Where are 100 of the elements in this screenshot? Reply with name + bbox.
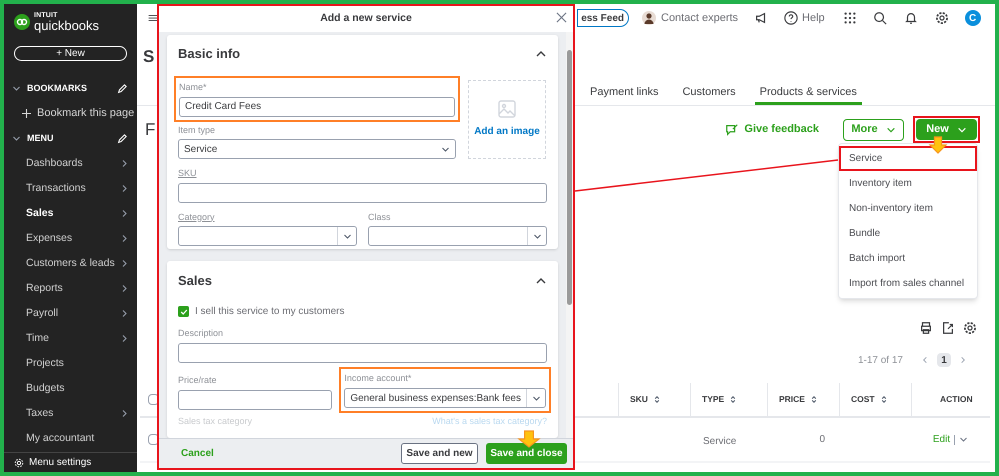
item-type-select[interactable]: Service <box>178 139 456 159</box>
page-title: S <box>143 46 154 68</box>
previous-page-icon <box>921 356 929 364</box>
menu-item[interactable]: Sales <box>4 201 137 226</box>
page-number[interactable]: 1 <box>937 353 951 367</box>
column-header[interactable]: TYPE <box>702 393 736 406</box>
feed-button[interactable]: ess Feed <box>577 9 629 27</box>
bookmark-label: Bookmark this page <box>37 106 134 122</box>
field-label: Description <box>178 327 224 340</box>
close-icon[interactable] <box>556 12 567 23</box>
menu-item[interactable]: Time <box>4 326 137 351</box>
chevron-icon <box>120 259 129 268</box>
menu-item[interactable]: Import from sales channel <box>839 271 977 296</box>
chevron-icon <box>532 232 542 240</box>
sort-icon[interactable] <box>880 395 887 404</box>
chevron-icon <box>120 309 129 318</box>
checkmark-icon <box>180 308 188 316</box>
settings-icon[interactable] <box>934 11 949 25</box>
tab[interactable]: Customers <box>677 82 741 105</box>
description-field[interactable] <box>178 342 547 362</box>
image-icon <box>498 100 516 118</box>
chevron-icon <box>532 394 540 402</box>
section-title: F <box>145 118 156 141</box>
menu-item[interactable]: Transactions <box>4 176 137 201</box>
name-field[interactable]: Credit Card Fees <box>179 96 455 116</box>
help-icon <box>784 11 798 25</box>
sort-icon[interactable] <box>654 395 660 404</box>
table-cell-text: 0 <box>819 433 825 447</box>
menu-item[interactable]: Projects <box>4 351 137 376</box>
menu-item[interactable]: Dashboards <box>4 151 137 176</box>
settings-icon[interactable] <box>963 321 977 335</box>
next-page-icon <box>959 356 967 364</box>
category-select[interactable] <box>178 226 357 246</box>
checkbox-label: I sell this service to my customers <box>195 305 344 319</box>
menu-item[interactable]: Service <box>839 146 977 171</box>
chevron-icon <box>342 232 352 240</box>
menu-icon[interactable] <box>148 13 158 23</box>
print-icon[interactable] <box>919 321 933 335</box>
field-label: Category <box>178 210 215 224</box>
bookmark-item[interactable]: Bookmark this page <box>4 101 137 126</box>
menu-item[interactable]: Non-inventory item <box>839 196 977 221</box>
income-account-select[interactable]: General business expenses:Bank fees <box>344 388 546 408</box>
sort-icon[interactable] <box>730 395 736 404</box>
column-header[interactable]: SKU <box>630 393 660 406</box>
menu-item[interactable]: Batch import <box>839 246 977 271</box>
chat-icon <box>725 122 740 136</box>
chevron-icon <box>120 409 129 418</box>
pointer-arrow <box>928 136 948 154</box>
menu-item[interactable]: Bundle <box>839 221 977 246</box>
chevron-icon <box>120 159 129 168</box>
chevron-icon <box>120 284 129 293</box>
section-heading: Basic info <box>178 45 240 64</box>
add-image-button[interactable]: Add an image <box>468 80 546 159</box>
menu-settings-link[interactable]: Menu settings <box>29 455 92 470</box>
help-button[interactable]: Help <box>784 10 825 26</box>
new-button[interactable]: + New <box>14 46 127 61</box>
section-label: BOOKMARKS <box>27 82 87 95</box>
field-label: Income account* <box>344 372 412 384</box>
person-icon <box>642 11 656 25</box>
menu-item[interactable]: My accountant <box>4 426 137 451</box>
pencil-icon[interactable] <box>117 134 127 144</box>
field-label: Name* <box>179 81 208 94</box>
logo-icon <box>14 14 30 30</box>
chevron-icon <box>120 209 129 218</box>
user-avatar[interactable]: C <box>964 10 981 26</box>
chevron-icon <box>959 435 968 444</box>
tab[interactable]: Payment links <box>585 82 664 105</box>
logo-product: quickbooks <box>34 19 100 32</box>
dialog-title: Add a new service <box>320 11 412 26</box>
scrollbar-thumb[interactable] <box>567 50 572 305</box>
search-icon[interactable] <box>872 11 887 25</box>
column-header[interactable]: COST <box>851 393 887 406</box>
save-and-new-button[interactable]: Save and new <box>401 443 478 464</box>
menu-item[interactable]: Budgets <box>4 376 137 401</box>
tab[interactable]: Products & services <box>754 82 862 105</box>
bell-icon[interactable] <box>904 11 918 25</box>
checkbox[interactable] <box>178 306 189 317</box>
sort-icon[interactable] <box>810 395 817 404</box>
plus-icon <box>22 109 31 118</box>
column-header[interactable]: PRICE <box>779 393 817 406</box>
gear-icon[interactable] <box>14 458 24 468</box>
class-select[interactable] <box>368 226 547 246</box>
pagination-range: 1-17 of 17 <box>858 354 903 368</box>
menu-item[interactable]: Inventory item <box>839 171 977 196</box>
contact-experts-button[interactable]: Contact experts <box>642 10 738 26</box>
menu-item[interactable]: Expenses <box>4 226 137 251</box>
sku-field[interactable] <box>178 182 547 202</box>
menu-item[interactable]: Taxes <box>4 401 137 426</box>
chevron-icon <box>441 144 450 154</box>
chevron-icon <box>120 234 129 243</box>
export-icon[interactable] <box>941 321 955 335</box>
field-label: Price/rate <box>178 374 218 386</box>
menu-item[interactable]: Payroll <box>4 301 137 326</box>
chevron-icon <box>120 334 129 343</box>
apps-grid-icon[interactable] <box>842 11 857 25</box>
menu-item[interactable]: Reports <box>4 276 137 301</box>
column-header[interactable]: ACTION <box>940 393 973 406</box>
pencil-icon[interactable] <box>117 84 127 94</box>
menu-item[interactable]: Customers & leads <box>4 251 137 276</box>
price-field[interactable] <box>178 390 332 410</box>
